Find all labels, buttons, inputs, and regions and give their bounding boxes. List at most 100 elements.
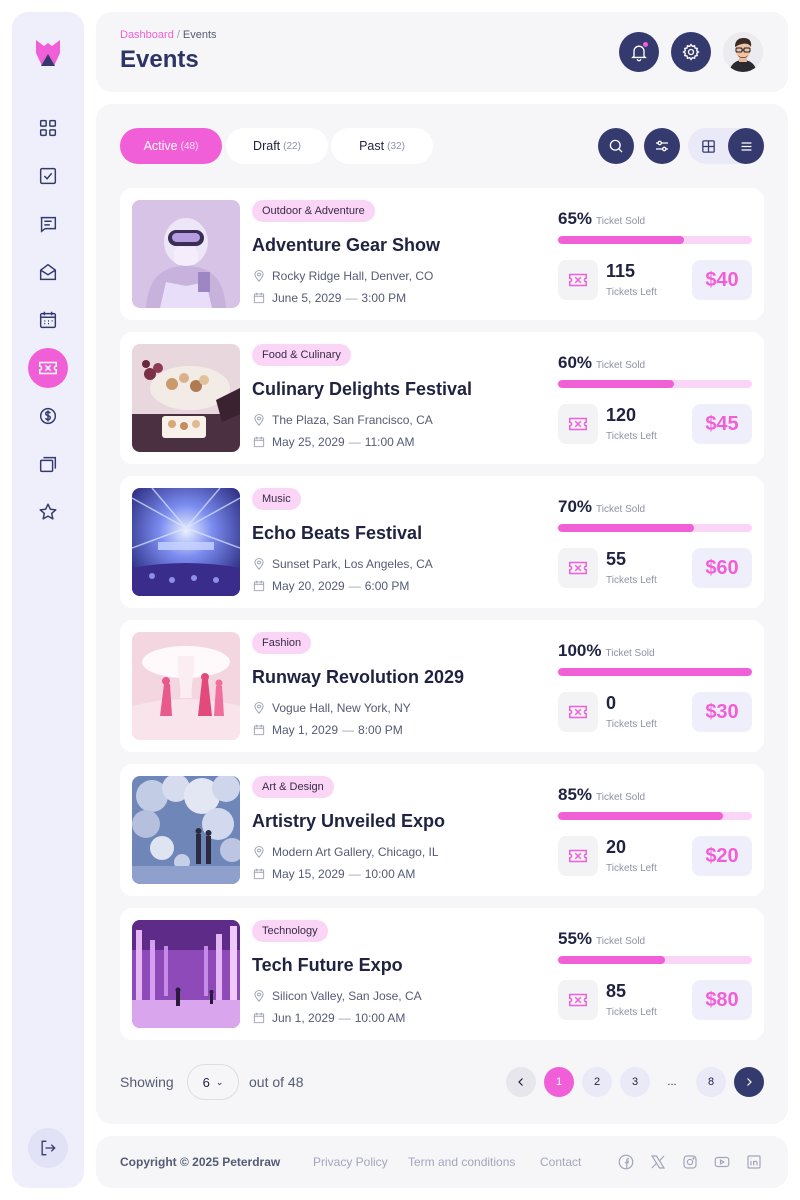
event-category: Art & Design <box>252 776 334 798</box>
tab-draft-label: Draft <box>253 139 281 153</box>
youtube-icon[interactable] <box>713 1153 731 1171</box>
ticket-progress-bar <box>558 380 752 388</box>
event-title[interactable]: Culinary Delights Festival <box>252 379 472 400</box>
tickets-left-count: 115 <box>606 261 636 281</box>
calendar-small-icon <box>253 868 265 880</box>
page-header: Dashboard / Events Events <box>96 12 788 92</box>
calendar-icon[interactable] <box>28 300 68 340</box>
tasks-icon[interactable] <box>28 156 68 196</box>
tab-active-label: Active <box>143 139 178 153</box>
event-card[interactable]: Outdoor & Adventure Adventure Gear Show … <box>120 188 764 320</box>
ticket-progress-fill <box>558 812 723 820</box>
event-date: May 25, 2029 <box>272 435 345 449</box>
view-toggle <box>688 128 764 164</box>
dashboard-icon[interactable] <box>28 108 68 148</box>
event-card[interactable]: Music Echo Beats Festival Sunset Park, L… <box>120 476 764 608</box>
ticket-sold-label: Ticket Sold <box>596 216 646 227</box>
chevron-left-icon <box>518 1078 523 1086</box>
tickets-left-count: 55 <box>606 549 627 569</box>
event-datetime: May 15, 2029—10:00 AM <box>252 867 415 881</box>
ticket-icon[interactable] <box>28 348 68 388</box>
page-button-2[interactable]: 2 <box>582 1067 612 1097</box>
breadcrumb: Dashboard / Events <box>120 29 217 41</box>
tab-draft[interactable]: Draft (22) <box>226 128 328 164</box>
ticket-sold-label: Ticket Sold <box>596 792 646 803</box>
breadcrumb-dashboard[interactable]: Dashboard <box>120 29 174 41</box>
filter-button[interactable] <box>644 128 680 164</box>
search-button[interactable] <box>598 128 634 164</box>
event-time: 8:00 PM <box>358 723 403 737</box>
event-category: Music <box>252 488 301 510</box>
event-title[interactable]: Echo Beats Festival <box>252 523 422 544</box>
ticket-sold-percent: 65% <box>558 209 593 228</box>
total-count-label: out of 48 <box>249 1074 304 1090</box>
star-icon[interactable] <box>28 492 68 532</box>
ticket-icon <box>558 836 598 876</box>
grid-view-button[interactable] <box>690 128 726 164</box>
ticket-icon <box>558 404 598 444</box>
linkedin-icon[interactable] <box>745 1153 763 1171</box>
tab-active[interactable]: Active (48) <box>120 128 222 164</box>
location-pin-icon <box>254 270 264 282</box>
event-title[interactable]: Adventure Gear Show <box>252 235 440 256</box>
page-button-1[interactable]: 1 <box>544 1067 574 1097</box>
ticket-price: $45 <box>692 404 752 444</box>
logout-button[interactable] <box>28 1128 68 1168</box>
location-pin-icon <box>254 846 264 858</box>
ticket-icon <box>558 692 598 732</box>
ticket-progress-bar <box>558 812 752 820</box>
page-button-8[interactable]: 8 <box>696 1067 726 1097</box>
event-title[interactable]: Tech Future Expo <box>252 955 403 976</box>
event-category: Outdoor & Adventure <box>252 200 375 222</box>
ticket-progress-fill <box>558 956 665 964</box>
event-title[interactable]: Runway Revolution 2029 <box>252 667 464 688</box>
ticket-progress-bar <box>558 668 752 676</box>
ticket-price: $80 <box>692 980 752 1020</box>
gallery-icon[interactable] <box>28 444 68 484</box>
brand-logo[interactable] <box>36 40 60 66</box>
privacy-policy-link[interactable]: Privacy Policy <box>313 1155 388 1169</box>
ticket-sold-stat: 100% Ticket Sold <box>558 641 655 661</box>
event-datetime: May 25, 2029—11:00 AM <box>252 435 415 449</box>
page-button-3[interactable]: 3 <box>620 1067 650 1097</box>
event-card[interactable]: Food & Culinary Culinary Delights Festiv… <box>120 332 764 464</box>
event-datetime: May 20, 2029—6:00 PM <box>252 579 409 593</box>
contact-link[interactable]: Contact <box>540 1155 581 1169</box>
prev-page-button[interactable] <box>506 1067 536 1097</box>
next-page-button[interactable] <box>734 1067 764 1097</box>
event-datetime: May 1, 2029—8:00 PM <box>252 723 403 737</box>
list-view-button[interactable] <box>728 128 764 164</box>
mail-icon[interactable] <box>28 252 68 292</box>
breadcrumb-separator: / <box>176 29 180 41</box>
calendar-small-icon <box>253 580 265 592</box>
tab-past[interactable]: Past (32) <box>331 128 433 164</box>
ticket-icon <box>558 980 598 1020</box>
terms-link[interactable]: Term and conditions <box>408 1155 515 1169</box>
ticket-sold-label: Ticket Sold <box>605 648 655 659</box>
ticket-progress-bar <box>558 236 752 244</box>
event-date: Jun 1, 2029 <box>272 1011 335 1025</box>
event-title[interactable]: Artistry Unveiled Expo <box>252 811 445 832</box>
settings-button[interactable] <box>671 32 711 72</box>
event-date: June 5, 2029 <box>272 291 342 305</box>
dollar-icon[interactable] <box>28 396 68 436</box>
notifications-button[interactable] <box>619 32 659 72</box>
event-card[interactable]: Fashion Runway Revolution 2029 Vogue Hal… <box>120 620 764 752</box>
x-icon[interactable] <box>649 1153 667 1171</box>
tickets-left-label: Tickets Left <box>606 431 657 442</box>
event-card[interactable]: Art & Design Artistry Unveiled Expo Mode… <box>120 764 764 896</box>
user-avatar[interactable] <box>723 32 763 72</box>
event-location: Sunset Park, Los Angeles, CA <box>252 557 433 571</box>
tickets-left-label: Tickets Left <box>606 1007 657 1018</box>
ticket-sold-label: Ticket Sold <box>596 504 646 515</box>
page-ellipsis: ... <box>667 1076 677 1088</box>
facebook-icon[interactable] <box>617 1153 635 1171</box>
location-pin-icon <box>254 702 264 714</box>
page-size-select[interactable]: 6 ⌄ <box>187 1064 239 1100</box>
event-location: Modern Art Gallery, Chicago, IL <box>252 845 439 859</box>
event-card[interactable]: Technology Tech Future Expo Silicon Vall… <box>120 908 764 1040</box>
instagram-icon[interactable] <box>681 1153 699 1171</box>
event-datetime: Jun 1, 2029—10:00 AM <box>252 1011 405 1025</box>
event-location-text: Modern Art Gallery, Chicago, IL <box>272 845 439 859</box>
messages-icon[interactable] <box>28 204 68 244</box>
